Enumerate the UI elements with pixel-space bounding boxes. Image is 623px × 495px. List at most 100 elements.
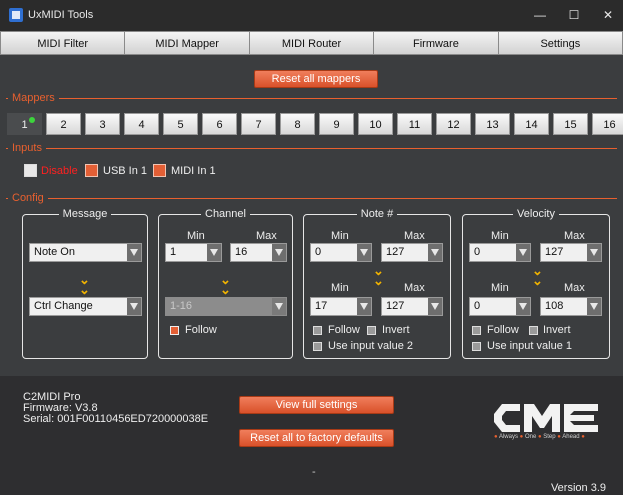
mapper-button-3[interactable]: 3 <box>85 113 120 135</box>
config-section: Config <box>0 191 623 205</box>
message-group: Message Note On ⌄ ⌄ Ctrl Change <box>22 208 148 359</box>
title-bar: UxMIDI Tools — ☐ ✕ <box>0 0 623 31</box>
reset-factory-defaults-button[interactable]: Reset all to factory defaults <box>239 429 394 447</box>
velocity-invert-checkbox[interactable] <box>529 326 538 335</box>
inputs-section: Inputs <box>0 141 623 155</box>
mapper-button-11[interactable]: 11 <box>397 113 432 135</box>
chevron-double-down-icon: ⌄ ⌄ <box>532 263 543 288</box>
mapper-button-13[interactable]: 13 <box>475 113 510 135</box>
note-dest-max-select[interactable]: 127 <box>381 297 443 316</box>
logo-tagline: ● Always ● One ● Step ● Ahead ● <box>494 434 585 440</box>
mapper-button-10[interactable]: 10 <box>358 113 393 135</box>
mapper-button-16[interactable]: 16 <box>592 113 623 135</box>
chevron-down-icon <box>357 244 371 261</box>
chevron-down-icon <box>207 244 221 261</box>
reset-all-mappers-button[interactable]: Reset all mappers <box>254 70 378 88</box>
mapper-button-8[interactable]: 8 <box>280 113 315 135</box>
device-info: C2MIDI Pro Firmware: V3.8 Serial: 001F00… <box>23 392 208 425</box>
velocity-use-input-checkbox[interactable] <box>472 342 481 351</box>
channel-title: Channel <box>201 208 250 220</box>
minimize-button[interactable]: — <box>523 0 557 31</box>
mapper-button-2[interactable]: 2 <box>46 113 81 135</box>
note-max-label: Max <box>404 230 425 242</box>
tab-midi-mapper[interactable]: MIDI Mapper <box>125 31 250 55</box>
velocity-follow-label: Follow <box>487 324 519 336</box>
mappers-label: Mappers <box>8 91 59 105</box>
chevron-double-down-icon: ⌄ ⌄ <box>79 272 90 297</box>
note-invert-label: Invert <box>382 324 410 336</box>
chevron-double-down-icon: ⌄ ⌄ <box>373 263 384 288</box>
channel-group: Channel Min Max 1 16 ⌄ ⌄ 1-16 Follow <box>158 208 293 359</box>
chevron-down-icon <box>428 244 442 261</box>
tab-settings[interactable]: Settings <box>498 31 623 55</box>
close-button[interactable]: ✕ <box>591 0 623 31</box>
note-use-input-label: Use input value 2 <box>328 340 413 352</box>
velocity-follow-checkbox[interactable] <box>472 326 481 335</box>
note-dest-min-select[interactable]: 17 <box>310 297 372 316</box>
disable-label: Disable <box>41 165 78 177</box>
chevron-down-icon <box>272 298 286 315</box>
midi-in-1-checkbox[interactable] <box>153 164 166 177</box>
chevron-down-icon <box>428 298 442 315</box>
velocity-invert-label: Invert <box>543 324 571 336</box>
velocity-min-label: Min <box>491 230 509 242</box>
note-invert-checkbox[interactable] <box>367 326 376 335</box>
usb-in-1-label: USB In 1 <box>103 165 148 177</box>
channel-follow-label: Follow <box>185 324 217 336</box>
chevron-down-icon <box>516 244 530 261</box>
velocity-max-label: Max <box>564 230 585 242</box>
active-indicator-icon <box>29 117 35 123</box>
channel-follow-checkbox[interactable] <box>170 326 179 335</box>
note-use-input-checkbox[interactable] <box>313 342 322 351</box>
velocity-dest-max-select[interactable]: 108 <box>540 297 602 316</box>
maximize-button[interactable]: ☐ <box>557 0 591 31</box>
note-group: Note # Min Max 0 127 ⌄ ⌄ Min Max 17 127 F… <box>303 208 451 359</box>
channel-max-label: Max <box>256 230 277 242</box>
channel-target-select[interactable]: 1-16 <box>165 297 287 316</box>
chevron-down-icon <box>587 298 601 315</box>
channel-max-select[interactable]: 16 <box>230 243 287 262</box>
mapper-button-1[interactable]: 1 <box>7 113 42 135</box>
tab-midi-filter[interactable]: MIDI Filter <box>0 31 126 55</box>
disable-checkbox[interactable] <box>24 164 37 177</box>
velocity-use-input-label: Use input value 1 <box>487 340 572 352</box>
channel-min-select[interactable]: 1 <box>165 243 222 262</box>
note-dest-min-label: Min <box>331 282 349 294</box>
channel-min-label: Min <box>187 230 205 242</box>
note-follow-checkbox[interactable] <box>313 326 322 335</box>
chevron-down-icon <box>587 244 601 261</box>
mapper-button-6[interactable]: 6 <box>202 113 237 135</box>
velocity-dest-min-label: Min <box>491 282 509 294</box>
mappers-section: Mappers <box>0 91 623 105</box>
chevron-down-icon <box>127 244 141 261</box>
message-target-select[interactable]: Ctrl Change <box>29 297 142 316</box>
view-full-settings-button[interactable]: View full settings <box>239 396 394 414</box>
note-follow-label: Follow <box>328 324 360 336</box>
note-title: Note # <box>356 208 398 220</box>
mapper-button-15[interactable]: 15 <box>553 113 588 135</box>
mapper-button-12[interactable]: 12 <box>436 113 471 135</box>
mapper-button-5[interactable]: 5 <box>163 113 198 135</box>
chevron-double-down-icon: ⌄ ⌄ <box>220 272 231 297</box>
chevron-down-icon <box>272 244 286 261</box>
message-source-select[interactable]: Note On <box>29 243 142 262</box>
tab-midi-router[interactable]: MIDI Router <box>249 31 375 55</box>
note-min-label: Min <box>331 230 349 242</box>
mapper-button-9[interactable]: 9 <box>319 113 354 135</box>
version-label: Version 3.9 <box>550 482 606 494</box>
tab-firmware[interactable]: Firmware <box>374 31 499 55</box>
usb-in-1-checkbox[interactable] <box>85 164 98 177</box>
mapper-button-4[interactable]: 4 <box>124 113 159 135</box>
window-title: UxMIDI Tools <box>28 9 94 21</box>
note-dest-max-label: Max <box>404 282 425 294</box>
note-source-min-select[interactable]: 0 <box>310 243 372 262</box>
velocity-source-max-select[interactable]: 127 <box>540 243 602 262</box>
note-source-max-select[interactable]: 127 <box>381 243 443 262</box>
mapper-button-14[interactable]: 14 <box>514 113 549 135</box>
velocity-dest-min-select[interactable]: 0 <box>469 297 531 316</box>
chevron-down-icon <box>357 298 371 315</box>
mapper-selector: 1 2 3 4 5 6 7 8 9 10 11 12 13 14 15 16 <box>7 113 623 135</box>
inputs-label: Inputs <box>8 141 46 155</box>
mapper-button-7[interactable]: 7 <box>241 113 276 135</box>
velocity-source-min-select[interactable]: 0 <box>469 243 531 262</box>
